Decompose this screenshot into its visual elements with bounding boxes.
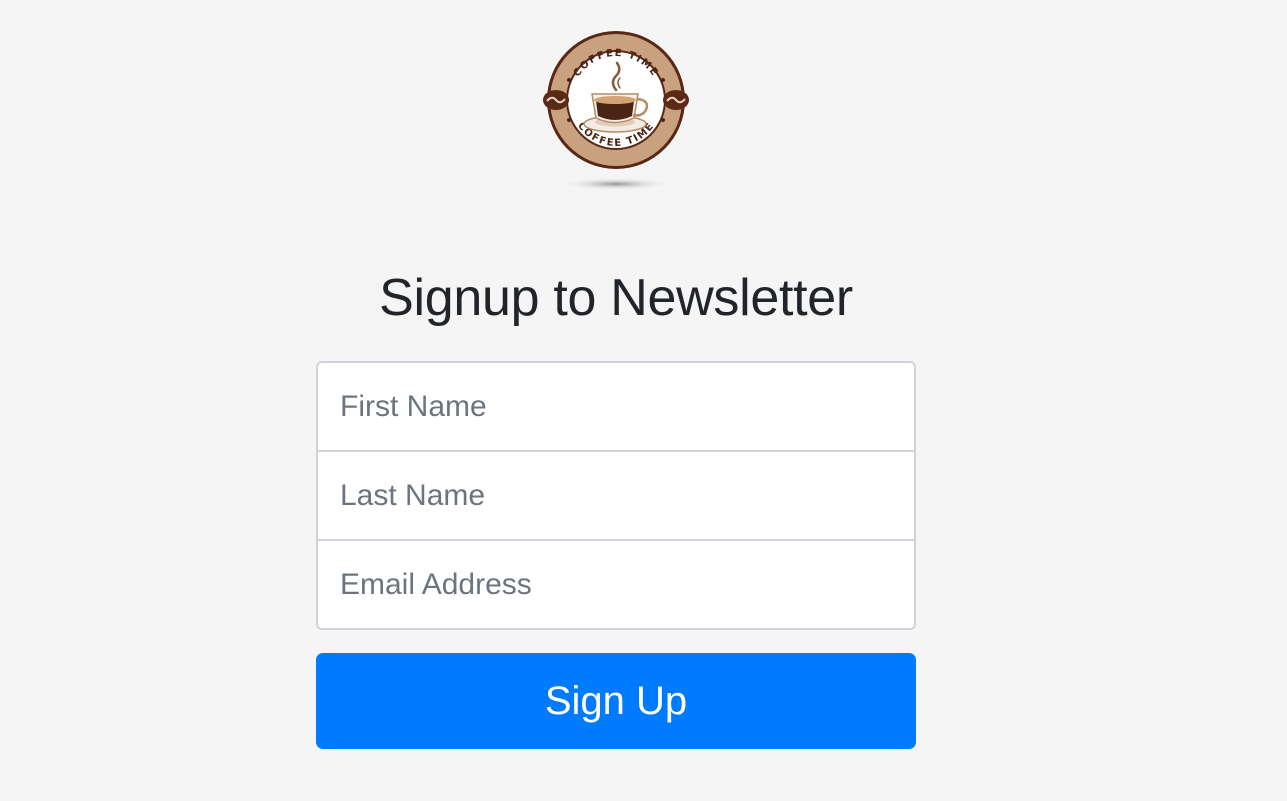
coffee-bean-right-icon [663,90,689,110]
last-name-input[interactable] [316,450,916,541]
signup-form [316,361,916,630]
sign-up-button[interactable]: Sign Up [316,653,916,749]
page: COFFEE TIME COFFEE TIME Signup to Newsle… [0,0,1287,801]
coffee-time-logo: COFFEE TIME COFFEE TIME [540,30,692,196]
page-title: Signup to Newsletter [379,269,853,327]
email-address-input[interactable] [316,539,916,630]
first-name-input[interactable] [316,361,916,452]
coffee-bean-left-icon [543,90,569,110]
